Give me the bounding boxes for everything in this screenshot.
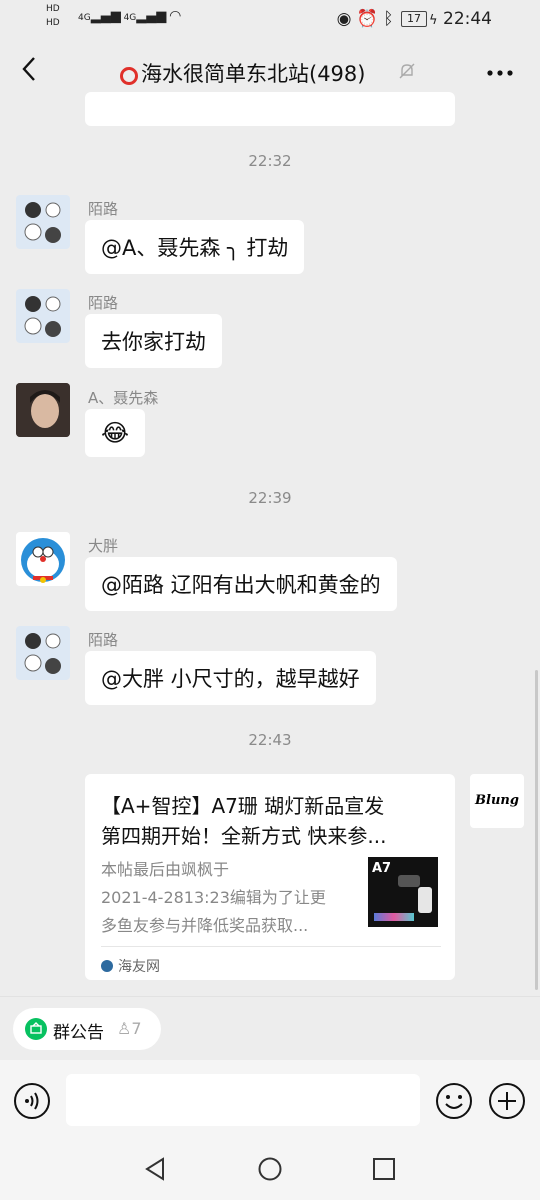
card-desc-line2: 2021-4-2813:23编辑为了让更 [101, 888, 326, 907]
message-bubble[interactable]: 去你家打劫 [85, 314, 222, 368]
scrollbar[interactable] [535, 670, 538, 990]
notice-count: ♙7 [117, 1019, 142, 1038]
chevron-left-icon [22, 57, 35, 81]
avatar[interactable] [16, 289, 70, 343]
bell-off-icon [398, 62, 416, 85]
nav-recents-button[interactable] [372, 1157, 396, 1185]
card-title-line1: 【A+智控】A7珊 瑚灯新品宣发 [101, 794, 385, 818]
notice-icon [25, 1018, 47, 1040]
status-right: ◉ ⏰ ᛒ 17 ϟ 22:44 [336, 9, 492, 29]
timestamp: 22:43 [248, 731, 292, 749]
sender-name: A、聂先森 [88, 389, 159, 407]
source-logo-icon [101, 960, 113, 972]
more-button[interactable] [486, 56, 514, 84]
card-desc-line1: 本帖最后由飒枫于 [101, 860, 230, 879]
timestamp: 22:39 [248, 489, 292, 507]
voice-button[interactable] [13, 1082, 51, 1124]
group-notice-button[interactable]: 群公告 ♙7 [13, 1008, 161, 1050]
page-title: 海水很简单东北站(498) [120, 58, 365, 88]
avatar[interactable] [16, 532, 70, 586]
message-input[interactable] [66, 1074, 420, 1126]
plus-button[interactable] [488, 1082, 526, 1124]
card-source: 海友网 [101, 956, 160, 976]
bluetooth-icon: ᛒ [383, 9, 394, 29]
notice-label: 群公告 [53, 1023, 104, 1043]
red-circle-icon [120, 67, 138, 85]
message-bubble[interactable]: @陌路 辽阳有出大帆和黄金的 [85, 557, 397, 611]
alarm-icon: ⏰ [356, 9, 378, 29]
nav-back-button[interactable] [143, 1156, 167, 1186]
message-bubble[interactable]: @大胖 小尺寸的，越早越好 [85, 651, 376, 705]
status-time: 22:44 [443, 9, 492, 29]
avatar[interactable] [16, 626, 70, 680]
message-bubble[interactable]: @A、聂先森 ╮ 打劫 [85, 220, 305, 274]
square-recents-icon [373, 1158, 395, 1180]
card-title-line2: 第四期开始！全新方式 快来参... [101, 824, 387, 848]
circle-home-icon [258, 1157, 282, 1181]
more-dots-icon [487, 70, 513, 76]
eye-icon: ◉ [336, 9, 352, 29]
divider [0, 996, 540, 997]
card-thumbnail: A7 [368, 857, 438, 927]
back-button[interactable] [14, 55, 44, 91]
emoji-button[interactable] [435, 1082, 473, 1124]
person-icon: ♙ [117, 1019, 132, 1038]
triangle-back-icon [145, 1157, 164, 1181]
emoji-icon [436, 1083, 472, 1119]
sim-indicator: HD HD [46, 4, 60, 28]
link-card[interactable]: 【A+智控】A7珊 瑚灯新品宣发 第四期开始！全新方式 快来参... 本帖最后由… [85, 774, 455, 980]
message-bubble-partial[interactable] [85, 92, 455, 126]
sender-name: 陌路 [88, 200, 119, 218]
card-desc-line3: 多鱼友参与并降低奖品获取... [101, 916, 309, 935]
avatar[interactable]: Blung [470, 774, 524, 828]
message-bubble[interactable]: 😂 [85, 409, 146, 457]
sender-name: 陌路 [88, 631, 119, 649]
avatar[interactable] [16, 383, 70, 437]
sender-name: 大胖 [88, 537, 119, 555]
voice-icon [14, 1083, 50, 1119]
card-divider [101, 946, 441, 947]
timestamp: 22:32 [248, 152, 292, 170]
plus-icon [489, 1083, 525, 1119]
battery-icon: 17 [401, 11, 428, 27]
signal-icon: 4G▂▄▆ 4G▂▄▆ ◠ [78, 8, 182, 24]
avatar[interactable] [16, 195, 70, 249]
sender-name: 陌路 [88, 294, 119, 312]
nav-home-button[interactable] [257, 1156, 283, 1186]
